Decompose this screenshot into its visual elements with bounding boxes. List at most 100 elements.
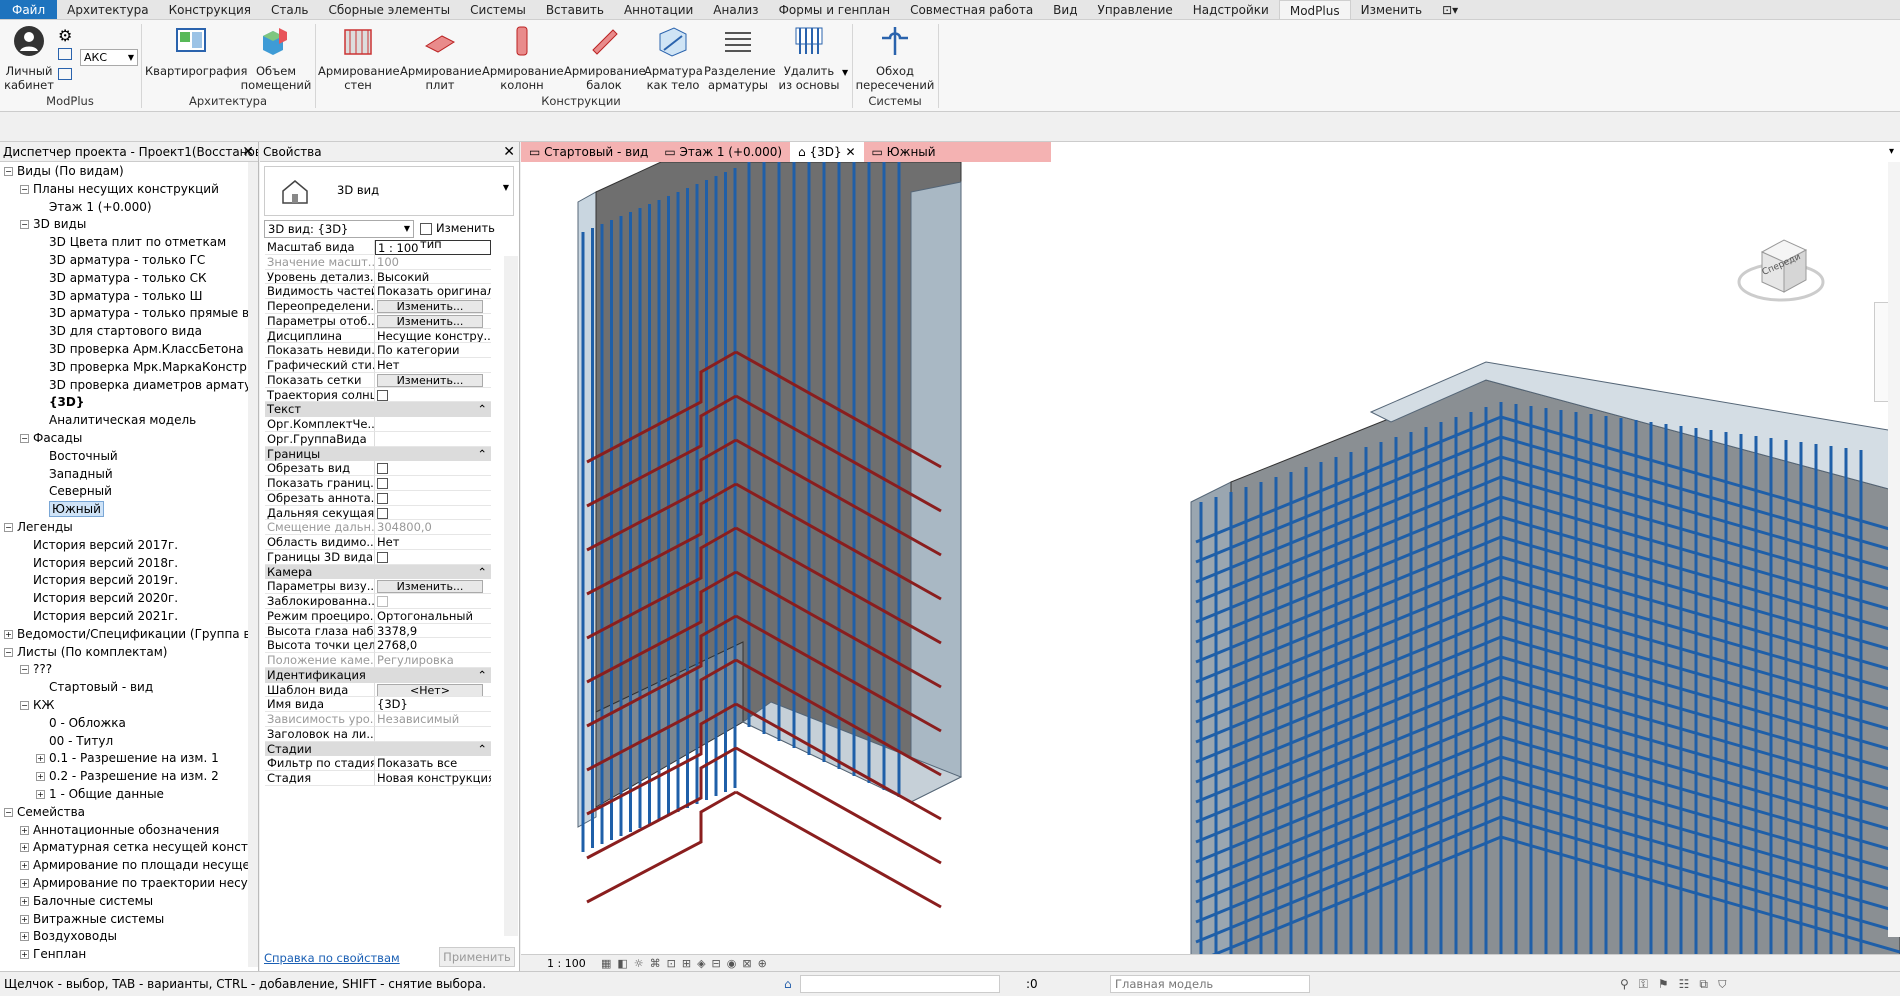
property-value[interactable]: Изменить... [375, 579, 491, 594]
tree-item[interactable]: + Воздуховоды [20, 928, 117, 946]
expand-icon[interactable]: + [20, 932, 29, 942]
tree-item[interactable]: − Планы несущих конструкций [20, 181, 219, 199]
property-row[interactable]: Значение масшт... 100 [265, 254, 491, 270]
expand-icon[interactable]: + [20, 914, 29, 924]
property-value[interactable]: Изменить... [375, 373, 491, 388]
beam-reinforcement-button[interactable]: Армирование балок [564, 24, 646, 92]
tree-item[interactable]: 3D арматура - только Ш [36, 288, 202, 306]
tree-item[interactable]: + Аннотационные обозначения [20, 822, 219, 840]
collapse-icon[interactable]: ⌃ [477, 447, 487, 462]
tree-item[interactable]: Южный [36, 501, 104, 519]
tree-item[interactable]: − Семейства [4, 804, 85, 822]
property-value[interactable]: Несущие констру... [375, 329, 491, 344]
property-row[interactable]: Шаблон вида <Нет> [265, 682, 491, 698]
ribbon-tab[interactable]: Надстройки [1183, 0, 1279, 19]
tree-item[interactable]: 3D арматура - только ГС [36, 252, 205, 270]
property-row[interactable]: Показать невиди... По категории [265, 343, 491, 358]
property-value[interactable] [375, 432, 491, 447]
property-row[interactable]: Заголовок на ли... [265, 726, 491, 742]
property-value[interactable] [375, 491, 491, 506]
property-checkbox[interactable] [377, 596, 388, 607]
property-row[interactable]: Видимость частей Показать оригинал [265, 284, 491, 299]
expand-icon[interactable]: + [36, 754, 45, 764]
property-value[interactable]: Высокий [375, 270, 491, 285]
property-value[interactable]: Ортогональный [375, 609, 491, 624]
property-row[interactable]: Границы 3D вида [265, 549, 491, 565]
tree-item[interactable]: {3D} [36, 394, 84, 412]
property-row[interactable]: Режим проециро... Ортогональный [265, 608, 491, 624]
property-row[interactable]: Обрезать аннота... [265, 490, 491, 506]
property-value[interactable]: Новая конструкция [375, 771, 491, 786]
properties-help-link[interactable]: Справка по свойствам [264, 951, 400, 965]
collapse-icon[interactable]: − [20, 184, 29, 194]
view-type-dropdown[interactable]: 3D вид: {3D} ▼ [264, 220, 414, 238]
ribbon-tab[interactable]: Аннотации [614, 0, 703, 19]
property-row[interactable]: Заблокированна... [265, 594, 491, 609]
property-row[interactable]: Дисциплина Несущие констру... [265, 328, 491, 344]
close-icon[interactable]: ✕ [842, 145, 855, 159]
personal-cabinet-button[interactable]: Личный кабинет [4, 24, 54, 92]
rebar-split-button[interactable]: Разделение арматуры [704, 24, 776, 92]
tree-item[interactable]: Этаж 1 (+0.000) [36, 199, 152, 217]
tree-item[interactable]: История версий 2019г. [20, 572, 178, 590]
collapse-icon[interactable]: ⌃ [477, 402, 487, 417]
view-tab[interactable]: ▭ Этаж 1 (+0.000) [656, 142, 790, 162]
property-section[interactable]: Текст ⌃ [265, 402, 491, 417]
ribbon-tab[interactable]: Сталь [261, 0, 318, 19]
property-checkbox[interactable] [377, 463, 388, 475]
tree-item[interactable]: + Витражные системы [20, 911, 164, 929]
tree-item[interactable]: + Арматурная сетка несущей констру [20, 839, 258, 857]
tree-item[interactable]: +0.2 - Разрешение на изм. 2 [36, 768, 219, 786]
expand-icon[interactable]: + [4, 629, 13, 639]
view-tab-menu[interactable]: ▾ [1889, 146, 1894, 157]
expand-icon[interactable]: + [20, 950, 29, 960]
tree-item[interactable]: 3D проверка Мрк.МаркаКонстр [36, 359, 247, 377]
property-checkbox[interactable] [377, 507, 388, 519]
ribbon-tab[interactable]: Изменить [1351, 0, 1433, 19]
collapse-icon[interactable]: ⌃ [477, 565, 487, 580]
view-tab[interactable]: ▭ Стартовый - вид [521, 142, 656, 162]
gear-icon[interactable]: ⚙ [58, 26, 72, 45]
tree-item[interactable]: История версий 2021г. [20, 608, 178, 626]
property-row[interactable]: Зависимость уро... Независимый [265, 712, 491, 727]
tree-item[interactable]: −3D виды [20, 216, 86, 234]
property-section[interactable]: Границы ⌃ [265, 446, 491, 462]
property-value[interactable] [375, 476, 491, 491]
property-section[interactable]: Идентификация ⌃ [265, 667, 491, 683]
expand-icon[interactable]: + [36, 772, 45, 782]
collapse-icon[interactable]: ⌃ [477, 742, 487, 757]
expand-icon[interactable]: + [36, 790, 45, 799]
property-row[interactable]: Траектория солнца [265, 387, 491, 403]
property-row[interactable]: Графический сти... Нет [265, 358, 491, 373]
expand-icon[interactable]: + [20, 861, 29, 871]
tree-item[interactable]: + Ведомости/Спецификации (Группа в [4, 626, 251, 644]
property-value[interactable]: Независимый [375, 712, 491, 727]
sync-icon[interactable] [58, 68, 72, 80]
tree-item[interactable]: + Балочные системы [20, 893, 153, 911]
selection-filter-icons[interactable]: ⚲⚿⚑☷⧉⛉ [1620, 972, 1737, 996]
tree-item[interactable]: Северный [36, 483, 112, 501]
property-value[interactable]: {3D} [375, 697, 491, 712]
scrollbar[interactable] [1888, 162, 1900, 937]
ks-combo[interactable]: АКС ▼ [80, 49, 138, 66]
tree-item[interactable]: 3D Цвета плит по отметкам [36, 234, 226, 252]
3d-model-canvas[interactable] [521, 162, 1900, 957]
ribbon-tab[interactable]: ModPlus [1278, 0, 1351, 19]
property-value[interactable]: 100 [375, 255, 491, 270]
wall-reinforcement-button[interactable]: Армирование стен [318, 24, 400, 92]
tree-item[interactable]: 3D проверка диаметров арматур [36, 377, 258, 395]
property-row[interactable]: Уровень детализ... Высокий [265, 269, 491, 285]
property-value[interactable]: Регулировка [375, 653, 491, 668]
ribbon-tab[interactable]: Формы и генплан [769, 0, 901, 19]
property-checkbox[interactable] [377, 492, 388, 504]
close-icon[interactable]: ✕ [503, 142, 515, 161]
remove-from-host-button[interactable]: Удалить из основы [774, 24, 844, 92]
ribbon-tab[interactable]: Вставить [536, 0, 614, 19]
property-value[interactable] [375, 417, 491, 432]
tree-item[interactable]: − Легенды [4, 519, 73, 537]
ribbon-tab[interactable]: Архитектура [57, 0, 158, 19]
property-checkbox[interactable] [377, 478, 388, 489]
property-value[interactable]: 3378,9 [375, 624, 491, 639]
property-value[interactable] [375, 594, 491, 609]
expand-icon[interactable]: + [20, 825, 29, 835]
